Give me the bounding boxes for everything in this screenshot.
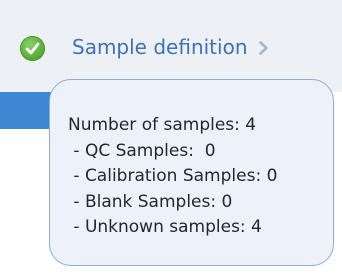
sample-definition-step-link[interactable]: Sample definition xyxy=(72,32,269,62)
tooltip-qc-samples: - QC Samples: 0 xyxy=(68,140,216,161)
tooltip-unknown-samples: - Unknown samples: 4 xyxy=(68,217,262,237)
sample-summary-tooltip: Number of samples: 4 - QC Samples: 0 - C… xyxy=(49,79,334,266)
tooltip-blank-samples: - Blank Samples: 0 xyxy=(68,191,233,212)
tooltip-calibration-samples: - Calibration Samples: 0 xyxy=(68,166,278,186)
step-label: Sample definition xyxy=(72,35,248,59)
chevron-right-icon xyxy=(258,40,269,55)
tooltip-summary: Number of samples: 4 xyxy=(68,115,257,135)
check-circle-icon xyxy=(20,36,45,61)
